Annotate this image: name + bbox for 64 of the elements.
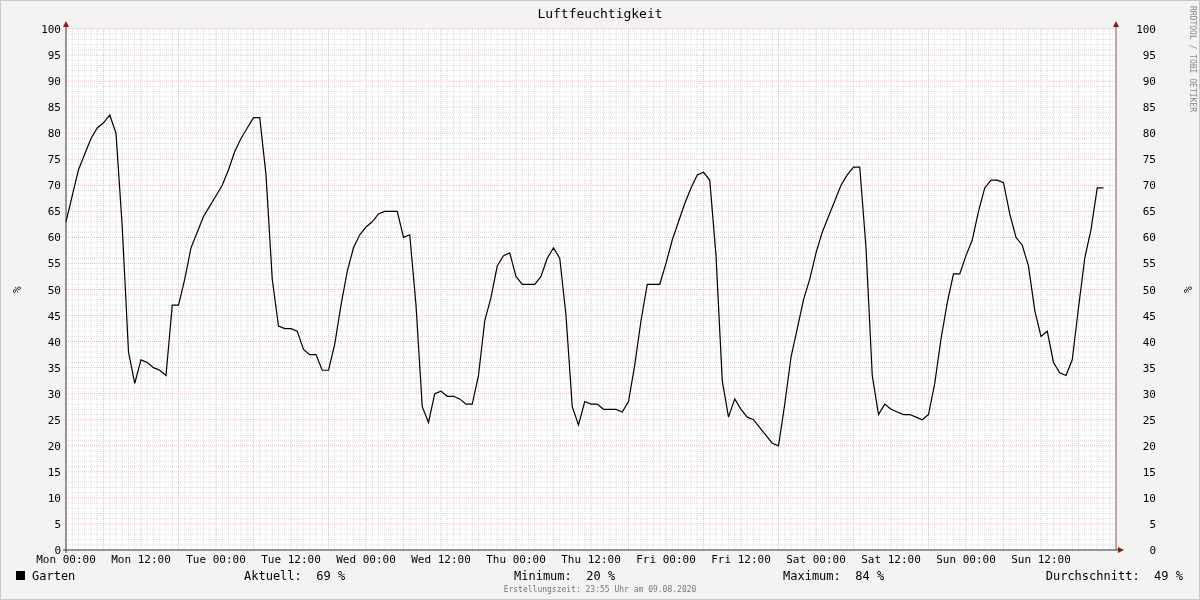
legend-label: Garten [32,568,76,583]
y-tick-label: 25 [47,413,61,427]
y-tick-label: 60 [47,231,61,245]
y-tick-label: 35 [1142,361,1156,375]
y-tick-label: 95 [47,49,61,63]
y-tick-label: 40 [47,335,61,349]
y-tick-label: 100 [1136,23,1156,36]
x-tick-label: Wed 12:00 [411,553,471,566]
y-tick-label: 10 [1142,491,1156,505]
y-tick-label: 65 [1142,205,1156,219]
x-tick-label: Sat 12:00 [861,553,921,566]
chart-title: Luftfeuchtigkeit [537,5,663,21]
y-tick-label: 15 [47,465,61,479]
y-tick-label: 35 [47,361,61,375]
x-tick-label: Thu 12:00 [561,553,621,566]
x-tick-label: Fri 12:00 [711,553,771,566]
y-tick-label: 70 [1142,179,1156,193]
x-tick-label: Mon 12:00 [111,553,171,566]
x-tick-label: Wed 00:00 [336,553,396,566]
y-tick-label: 40 [1142,335,1156,349]
y-tick-label: 45 [1142,309,1156,323]
y-tick-label: 20 [47,439,61,453]
y-tick-label: 80 [47,127,61,141]
y-tick-label: 5 [54,517,61,531]
y-tick-label: 15 [1142,465,1156,479]
y-tick-label: 70 [47,179,61,193]
y-tick-label: 80 [1142,127,1156,141]
y-tick-label: 55 [1142,257,1156,271]
y-tick-label: 25 [1142,413,1156,427]
y-tick-label: 75 [47,153,61,167]
y-tick-label: 50 [1142,283,1156,297]
y-tick-label: 100 [41,23,61,36]
y-tick-label: 45 [47,309,61,323]
y-axis-title: % [10,286,23,293]
y-tick-label: 60 [1142,231,1156,245]
y-tick-label: 85 [1142,101,1156,115]
x-tick-label: Sun 00:00 [936,553,996,566]
y-tick-label: 95 [1142,49,1156,63]
y-axis-title: % [1181,286,1194,293]
y-tick-label: 65 [47,205,61,219]
x-tick-label: Tue 12:00 [261,553,321,566]
y-tick-label: 90 [1142,75,1156,89]
legend-stat: Minimum: 20 % [514,568,616,583]
credit-text: RRDTOOL / TOBI OETIKER [1187,6,1197,112]
legend-stat: Durchschnitt: 49 % [1045,568,1183,583]
y-tick-label: 55 [47,257,61,271]
y-tick-label: 30 [47,387,61,401]
creation-time-text: Erstellungszeit: 23:55 Uhr am 09.08.2020 [503,584,697,596]
y-tick-label: 0 [1149,544,1156,557]
y-tick-label: 30 [1142,387,1156,401]
legend-stat: Aktuell: 69 % [244,568,346,583]
y-tick-label: 50 [47,283,61,297]
y-tick-label: 75 [1142,153,1156,167]
x-tick-label: Thu 00:00 [486,553,546,566]
x-tick-label: Tue 00:00 [186,553,246,566]
legend-stat: Maximum: 84 % [783,568,885,583]
x-tick-label: Sun 12:00 [1011,553,1071,566]
y-tick-label: 90 [47,75,61,89]
y-tick-label: 5 [1149,517,1156,531]
y-tick-label: 85 [47,101,61,115]
y-tick-label: 10 [47,491,61,505]
x-tick-label: Sat 00:00 [786,553,846,566]
y-tick-label: 20 [1142,439,1156,453]
x-tick-label: Fri 00:00 [636,553,696,566]
